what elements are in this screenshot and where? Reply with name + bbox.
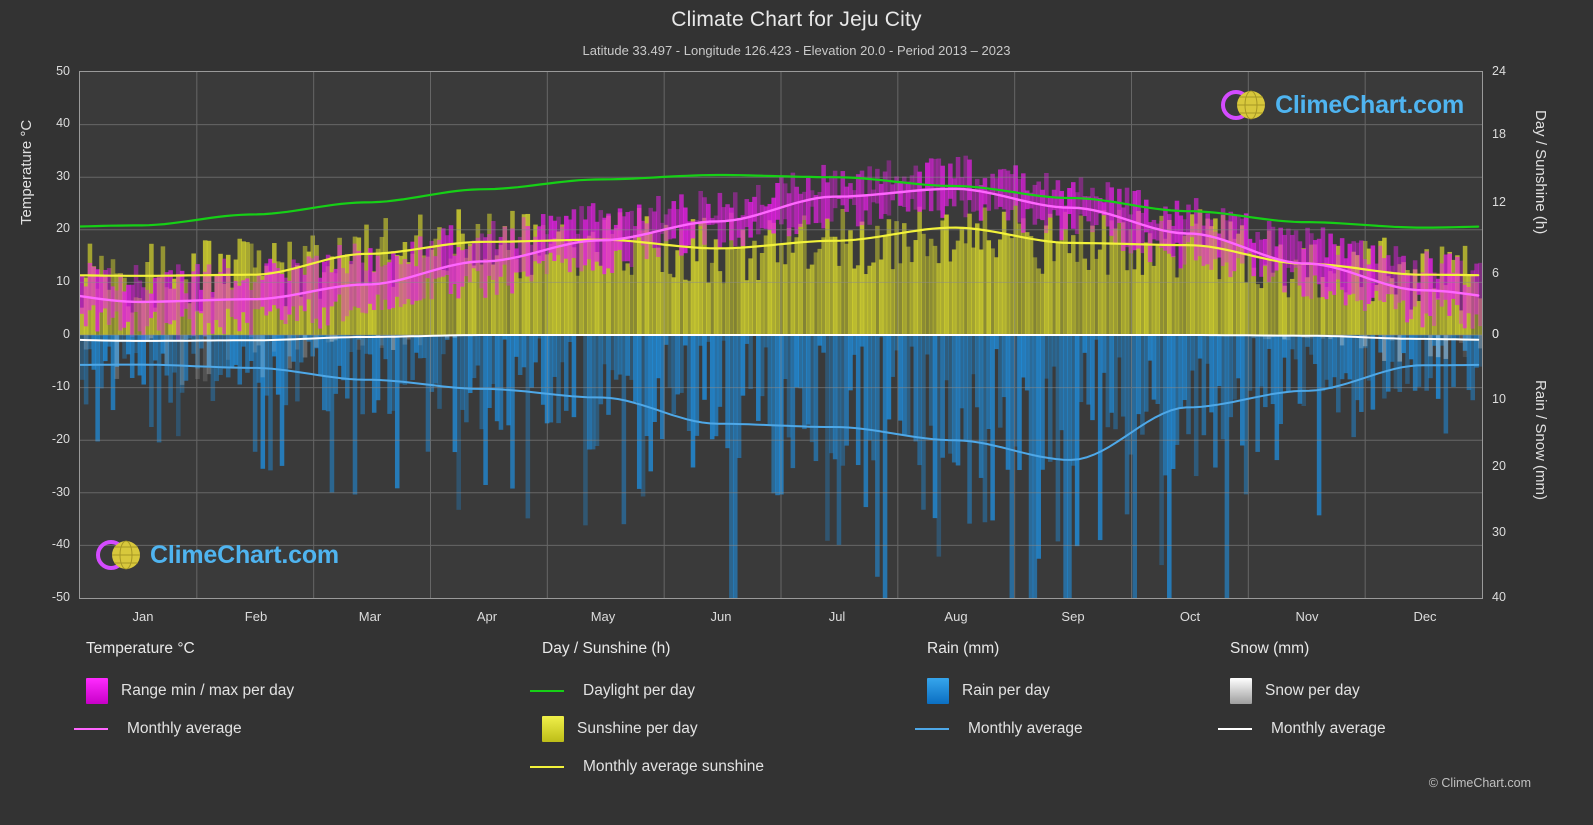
- sunshine-average-line-swatch-wrap: [530, 754, 570, 780]
- x-tick-apr: Apr: [476, 609, 498, 624]
- page-title: Climate Chart for Jeju City: [671, 8, 922, 31]
- legend-heading-snow: Snow (mm): [1230, 640, 1310, 657]
- legend-label-snow-average: Monthly average: [1271, 720, 1386, 737]
- x-tick-dec: Dec: [1413, 609, 1437, 624]
- y-left-tick--50: -50: [51, 590, 70, 604]
- x-tick-jul: Jul: [828, 609, 846, 624]
- y-left-tick--20: -20: [51, 432, 70, 446]
- legend-item-temp-average: Monthly average: [74, 710, 506, 748]
- copyright-text: © ClimeChart.com: [1428, 776, 1531, 790]
- legend-item-rain-per-day: Rain per day: [927, 672, 1227, 710]
- sunshine-average-line-swatch: [530, 766, 564, 768]
- y-right-tick-6: 6: [1492, 266, 1499, 280]
- legend-item-temp-range: Range min / max per day: [86, 672, 506, 710]
- legend-heading-sunshine: Day / Sunshine (h): [542, 640, 671, 657]
- legend-item-rain-average: Monthly average: [915, 710, 1227, 748]
- daylight-line-swatch-wrap: [530, 678, 570, 704]
- watermark-text-top: ClimeChart.com: [1275, 90, 1464, 119]
- legend-item-sunshine-per-day: Sunshine per day: [542, 710, 962, 748]
- x-tick-aug: Aug: [944, 609, 968, 624]
- y-right2-tick-40: 40: [1492, 590, 1506, 604]
- y-axis-title-right-top: Day / Sunshine (h): [1532, 110, 1549, 235]
- y-right2-tick-0: 0: [1492, 327, 1499, 341]
- x-tick-jan: Jan: [132, 609, 154, 624]
- climechart-logo-icon: [1221, 90, 1266, 120]
- y-axis-title-left: Temperature °C: [18, 119, 35, 225]
- legend-label-rain-average: Monthly average: [968, 720, 1083, 737]
- legend-column-temperature: Temperature °C Range min / max per day M…: [74, 640, 506, 748]
- legend-heading-rain: Rain (mm): [927, 640, 1000, 657]
- y-axis-title-right-bottom: Rain / Snow (mm): [1532, 380, 1549, 501]
- watermark-logo-bottom: ClimeChart.com: [96, 534, 339, 576]
- y-right2-tick-30: 30: [1492, 525, 1506, 539]
- sunshine-swatch: [542, 716, 564, 742]
- y-left-tick-0: 0: [63, 327, 70, 341]
- plot-area: ClimeChart.com ClimeChart.com: [79, 71, 1483, 599]
- y-left-tick--40: -40: [51, 537, 70, 551]
- rain-swatch: [927, 678, 949, 704]
- y-left-tick--30: -30: [51, 485, 70, 499]
- legend-label-rain-per-day: Rain per day: [962, 682, 1050, 699]
- legend-column-sunshine: Day / Sunshine (h) Daylight per day Suns…: [530, 640, 962, 786]
- legend: Temperature °C Range min / max per day M…: [74, 640, 1539, 800]
- legend-item-daylight: Daylight per day: [530, 672, 962, 710]
- legend-label-temp-range: Range min / max per day: [121, 682, 295, 699]
- watermark-text-bottom: ClimeChart.com: [150, 540, 339, 569]
- snow-average-line-swatch-wrap: [1218, 716, 1258, 742]
- y-right-tick-24: 24: [1492, 64, 1506, 78]
- snow-average-line-swatch: [1218, 728, 1252, 730]
- climechart-logo-icon-2: [96, 540, 140, 570]
- temp-average-line-swatch-wrap: [74, 716, 114, 742]
- snow-swatch: [1230, 678, 1252, 704]
- x-tick-nov: Nov: [1295, 609, 1319, 624]
- legend-heading-temperature: Temperature °C: [86, 640, 195, 657]
- y-left-tick-50: 50: [56, 64, 70, 78]
- legend-label-temp-average: Monthly average: [127, 720, 242, 737]
- legend-column-rain: Rain (mm) Rain per day Monthly average: [915, 640, 1227, 748]
- legend-label-snow-per-day: Snow per day: [1265, 682, 1360, 699]
- rain-average-line-swatch: [915, 728, 949, 730]
- legend-label-daylight: Daylight per day: [583, 682, 696, 699]
- x-tick-feb: Feb: [244, 609, 268, 624]
- legend-label-sunshine-average: Monthly average sunshine: [583, 758, 764, 775]
- x-tick-mar: Mar: [358, 609, 382, 624]
- rain-average-line-swatch-wrap: [915, 716, 955, 742]
- x-tick-oct: Oct: [1179, 609, 1201, 624]
- legend-item-snow-average: Monthly average: [1218, 710, 1530, 748]
- y-left-tick--10: -10: [51, 379, 70, 393]
- legend-column-snow: Snow (mm) Snow per day Monthly average: [1218, 640, 1530, 748]
- x-tick-may: May: [590, 609, 616, 624]
- x-tick-sep: Sep: [1061, 609, 1085, 624]
- legend-label-sunshine-per-day: Sunshine per day: [577, 720, 698, 737]
- temp-range-swatch: [86, 678, 108, 704]
- temp-average-line-swatch: [74, 728, 108, 730]
- climate-chart: Climate Chart for Jeju City Latitude 33.…: [0, 0, 1593, 825]
- daylight-line-swatch: [530, 690, 564, 692]
- legend-item-sunshine-average: Monthly average sunshine: [530, 748, 962, 786]
- chart-canvas: [80, 72, 1482, 598]
- legend-item-snow-per-day: Snow per day: [1230, 672, 1530, 710]
- x-tick-jun: Jun: [710, 609, 732, 624]
- watermark-logo-top: ClimeChart.com: [1221, 84, 1464, 126]
- chart-subtitle: Latitude 33.497 - Longitude 126.423 - El…: [582, 43, 1011, 58]
- y-left-tick-10: 10: [56, 274, 70, 288]
